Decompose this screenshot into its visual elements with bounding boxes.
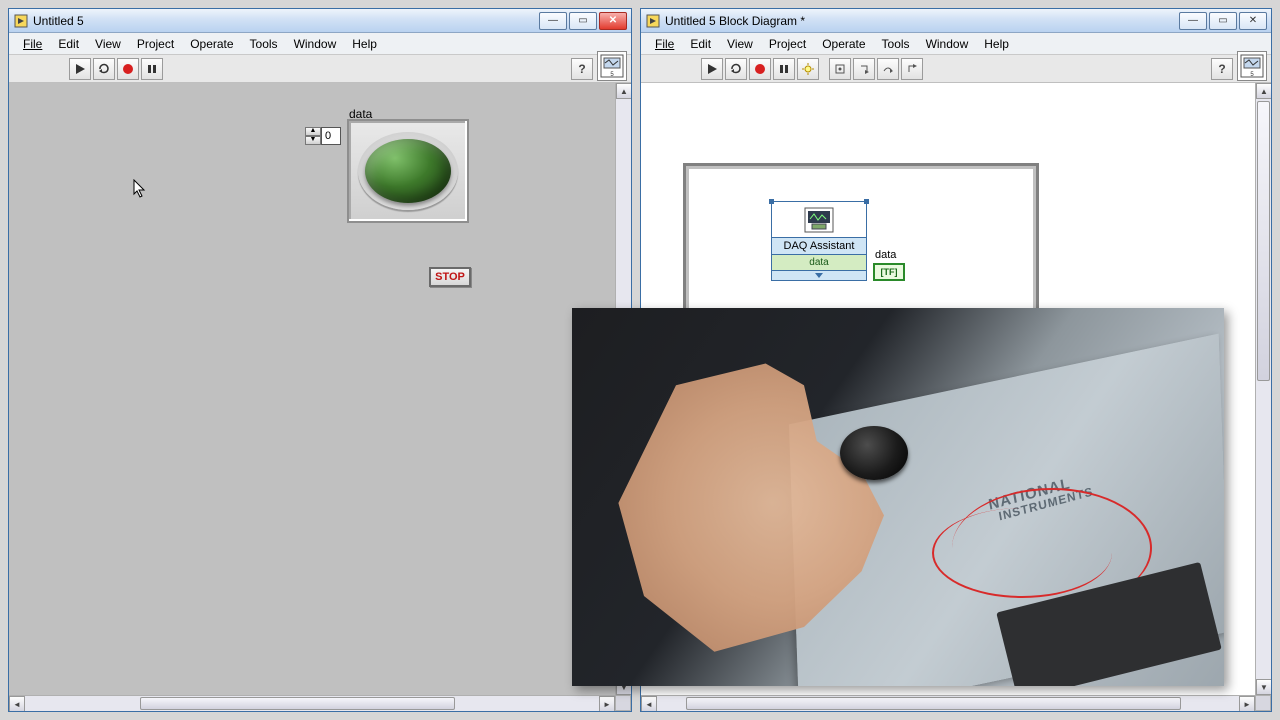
context-help-button[interactable]: ? (1211, 58, 1233, 80)
daq-node-label: DAQ Assistant (772, 238, 866, 254)
push-button-hardware (840, 426, 908, 480)
resize-handle[interactable] (864, 199, 869, 204)
index-spinner[interactable]: ▲ ▼ (305, 127, 321, 145)
daq-icon (772, 202, 866, 238)
labview-icon (13, 13, 29, 29)
highlight-execution-button[interactable] (797, 58, 819, 80)
run-continuous-button[interactable] (93, 58, 115, 80)
scroll-up-icon[interactable]: ▲ (616, 83, 631, 99)
scroll-left-icon[interactable]: ◄ (641, 696, 657, 711)
vi-icon[interactable]: 5 (1237, 51, 1267, 81)
abort-button[interactable] (749, 58, 771, 80)
step-into-button[interactable] (853, 58, 875, 80)
menu-help[interactable]: Help (344, 35, 385, 53)
spin-up-icon[interactable]: ▲ (305, 127, 321, 136)
led-indicator (365, 139, 451, 203)
menu-project[interactable]: Project (761, 35, 814, 53)
scroll-right-icon[interactable]: ► (599, 696, 615, 711)
pause-button[interactable] (141, 58, 163, 80)
window-title: Untitled 5 (33, 14, 537, 28)
hardware-camera-overlay: NATIONAL INSTRUMENTS (572, 308, 1224, 686)
tool-bar: ? 5 (641, 55, 1271, 83)
menu-tools[interactable]: Tools (242, 35, 286, 53)
scroll-thumb[interactable] (140, 697, 456, 710)
cursor-icon (133, 179, 149, 204)
horizontal-scrollbar[interactable]: ◄ ► (641, 695, 1255, 711)
title-bar[interactable]: Untitled 5 Block Diagram * — ▭ ✕ (641, 9, 1271, 33)
window-title: Untitled 5 Block Diagram * (665, 14, 1177, 28)
run-continuous-button[interactable] (725, 58, 747, 80)
scroll-left-icon[interactable]: ◄ (9, 696, 25, 711)
menu-file[interactable]: File (15, 35, 50, 53)
boolean-array-terminal[interactable]: [TF] (873, 263, 905, 281)
menu-edit[interactable]: Edit (682, 35, 719, 53)
indicator-terminal-label: data (875, 249, 896, 261)
menu-tools[interactable]: Tools (874, 35, 918, 53)
menu-project[interactable]: Project (129, 35, 182, 53)
step-out-button[interactable] (901, 58, 923, 80)
minimize-button[interactable]: — (1179, 12, 1207, 30)
daq-data-terminal[interactable]: data (772, 254, 866, 270)
retain-wire-button[interactable] (829, 58, 851, 80)
menu-view[interactable]: View (719, 35, 761, 53)
stop-button[interactable]: STOP (429, 267, 471, 287)
daq-assistant-node[interactable]: DAQ Assistant data (771, 201, 867, 281)
labview-icon (645, 13, 661, 29)
maximize-button[interactable]: ▭ (1209, 12, 1237, 30)
close-button[interactable]: ✕ (1239, 12, 1267, 30)
run-button[interactable] (69, 58, 91, 80)
minimize-button[interactable]: — (539, 12, 567, 30)
resize-handle[interactable] (769, 199, 774, 204)
menu-view[interactable]: View (87, 35, 129, 53)
scroll-up-icon[interactable]: ▲ (1256, 83, 1271, 99)
maximize-button[interactable]: ▭ (569, 12, 597, 30)
scroll-corner (1255, 695, 1271, 711)
menu-help[interactable]: Help (976, 35, 1017, 53)
scroll-thumb[interactable] (1257, 101, 1270, 381)
tool-bar: ? 5 (9, 55, 631, 83)
menu-file[interactable]: File (647, 35, 682, 53)
menu-edit[interactable]: Edit (50, 35, 87, 53)
menu-bar: File Edit View Project Operate Tools Win… (9, 33, 631, 55)
step-over-button[interactable] (877, 58, 899, 80)
context-help-button[interactable]: ? (571, 58, 593, 80)
led-base (358, 132, 458, 210)
scroll-right-icon[interactable]: ► (1239, 696, 1255, 711)
boolean-array-indicator (347, 119, 469, 223)
scroll-corner (615, 695, 631, 711)
title-bar[interactable]: Untitled 5 — ▭ ✕ (9, 9, 631, 33)
menu-window[interactable]: Window (918, 35, 977, 53)
menu-bar: File Edit View Project Operate Tools Win… (641, 33, 1271, 55)
front-panel-window: Untitled 5 — ▭ ✕ File Edit View Project … (8, 8, 632, 712)
pause-button[interactable] (773, 58, 795, 80)
abort-button[interactable] (117, 58, 139, 80)
menu-operate[interactable]: Operate (182, 35, 241, 53)
array-index-control[interactable]: ▲ ▼ 0 (305, 127, 341, 145)
vi-icon[interactable]: 5 (597, 51, 627, 81)
front-panel-area[interactable]: data ▲ ▼ 0 STOP ▲ ▼ ◄ ► (9, 83, 631, 711)
vertical-scrollbar[interactable]: ▲ ▼ (1255, 83, 1271, 695)
scroll-thumb[interactable] (686, 697, 1181, 710)
spin-down-icon[interactable]: ▼ (305, 136, 321, 145)
expand-handle[interactable] (772, 270, 866, 280)
menu-window[interactable]: Window (286, 35, 345, 53)
menu-operate[interactable]: Operate (814, 35, 873, 53)
scroll-down-icon[interactable]: ▼ (1256, 679, 1271, 695)
horizontal-scrollbar[interactable]: ◄ ► (9, 695, 615, 711)
close-button[interactable]: ✕ (599, 12, 627, 30)
run-button[interactable] (701, 58, 723, 80)
index-value[interactable]: 0 (321, 127, 341, 145)
